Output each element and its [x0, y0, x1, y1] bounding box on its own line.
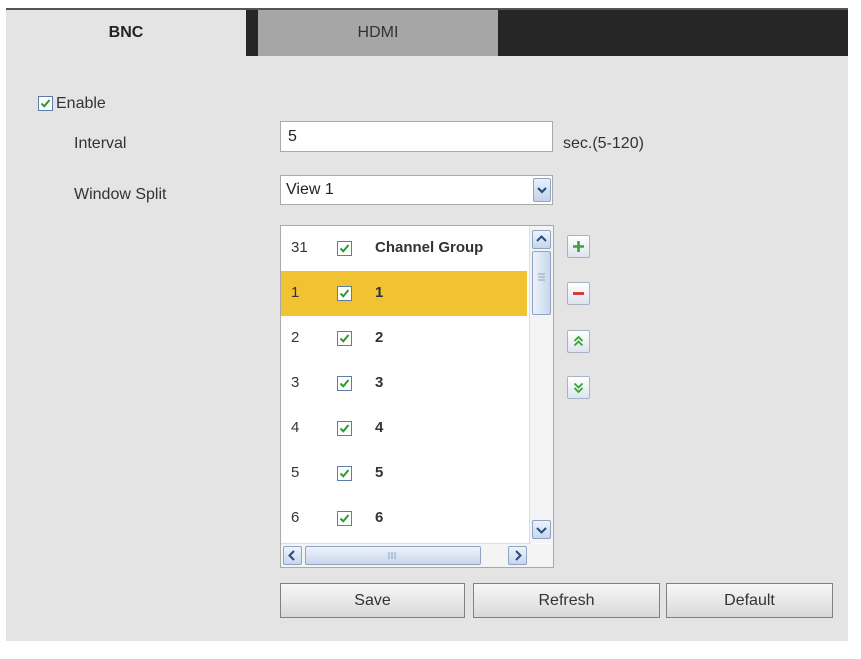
- check-icon: [339, 379, 350, 388]
- check-icon: [339, 244, 350, 253]
- default-button[interactable]: Default: [666, 583, 833, 618]
- grip-icon: [388, 552, 396, 559]
- check-icon: [339, 469, 350, 478]
- remove-button[interactable]: [567, 282, 590, 305]
- row-checkbox[interactable]: [337, 331, 352, 346]
- row-checkbox[interactable]: [337, 286, 352, 301]
- scroll-down-button[interactable]: [532, 520, 551, 539]
- refresh-button[interactable]: Refresh: [473, 583, 660, 618]
- row-name: 4: [375, 419, 384, 436]
- row-number: 4: [291, 419, 300, 436]
- interval-label: Interval: [74, 135, 127, 152]
- check-icon: [339, 424, 350, 433]
- window-split-label: Window Split: [74, 186, 167, 203]
- move-up-button[interactable]: [567, 330, 590, 353]
- scroll-right-button[interactable]: [508, 546, 527, 565]
- settings-content: BNC HDMI Enable Interval sec.(5-120) Win…: [6, 8, 848, 641]
- list-item[interactable]: 6 6: [281, 496, 527, 541]
- vertical-scrollbar[interactable]: [529, 226, 553, 543]
- window-split-select[interactable]: View 1: [280, 175, 553, 205]
- row-checkbox[interactable]: [337, 511, 352, 526]
- list-item[interactable]: 5 5: [281, 451, 527, 496]
- minus-icon: [573, 292, 584, 295]
- row-checkbox[interactable]: [337, 421, 352, 436]
- tab-bar: BNC HDMI: [6, 10, 848, 56]
- check-icon: [339, 334, 350, 343]
- tab-bnc[interactable]: BNC: [6, 10, 246, 56]
- row-checkbox[interactable]: [337, 466, 352, 481]
- save-button[interactable]: Save: [280, 583, 465, 618]
- chevron-right-icon: [515, 550, 522, 561]
- check-icon: [339, 514, 350, 523]
- interval-input[interactable]: [280, 121, 553, 152]
- double-chevron-up-icon: [573, 335, 584, 347]
- scroll-corner: [530, 544, 553, 567]
- row-number: 3: [291, 374, 300, 391]
- row-number: 2: [291, 329, 300, 346]
- list-item[interactable]: 4 4: [281, 406, 527, 451]
- window-split-value: View 1: [286, 181, 334, 198]
- horizontal-scrollbar[interactable]: [281, 543, 531, 567]
- scroll-thumb-horizontal[interactable]: [305, 546, 481, 565]
- plus-icon: [573, 241, 584, 252]
- dropdown-arrow[interactable]: [533, 178, 551, 202]
- add-button[interactable]: [567, 235, 590, 258]
- enable-checkbox[interactable]: [38, 96, 53, 111]
- scroll-left-button[interactable]: [283, 546, 302, 565]
- settings-panel: BNC HDMI Enable Interval sec.(5-120) Win…: [0, 0, 853, 659]
- row-name: 3: [375, 374, 384, 391]
- row-number: 1: [291, 284, 300, 301]
- check-icon: [40, 99, 51, 108]
- row-number: 5: [291, 464, 300, 481]
- row-checkbox[interactable]: [337, 241, 352, 256]
- row-name: Channel Group: [375, 239, 484, 256]
- check-icon: [339, 289, 350, 298]
- row-checkbox[interactable]: [337, 376, 352, 391]
- scroll-up-button[interactable]: [532, 230, 551, 249]
- tab-separator: [246, 10, 258, 56]
- channel-list[interactable]: 31 Channel Group 1 1 2 2 3 3 4 4 5 5 6 6: [280, 225, 554, 568]
- row-number: 6: [291, 509, 300, 526]
- row-name: 1: [375, 284, 384, 301]
- grip-icon: [538, 273, 545, 281]
- row-name: 6: [375, 509, 384, 526]
- row-name: 5: [375, 464, 384, 481]
- list-item-channel-group[interactable]: 31 Channel Group: [281, 226, 527, 271]
- interval-unit: sec.(5-120): [563, 135, 644, 152]
- row-name: 2: [375, 329, 384, 346]
- list-item[interactable]: 2 2: [281, 316, 527, 361]
- row-number: 31: [291, 239, 308, 256]
- list-item[interactable]: 3 3: [281, 361, 527, 406]
- double-chevron-down-icon: [573, 382, 584, 394]
- chevron-up-icon: [536, 235, 547, 242]
- chevron-down-icon: [536, 527, 547, 534]
- chevron-down-icon: [537, 187, 547, 194]
- scroll-thumb[interactable]: [532, 251, 551, 315]
- chevron-left-icon: [288, 550, 295, 561]
- move-down-button[interactable]: [567, 376, 590, 399]
- enable-label: Enable: [56, 95, 106, 112]
- tab-hdmi[interactable]: HDMI: [258, 10, 498, 56]
- list-item-selected[interactable]: 1 1: [281, 271, 527, 316]
